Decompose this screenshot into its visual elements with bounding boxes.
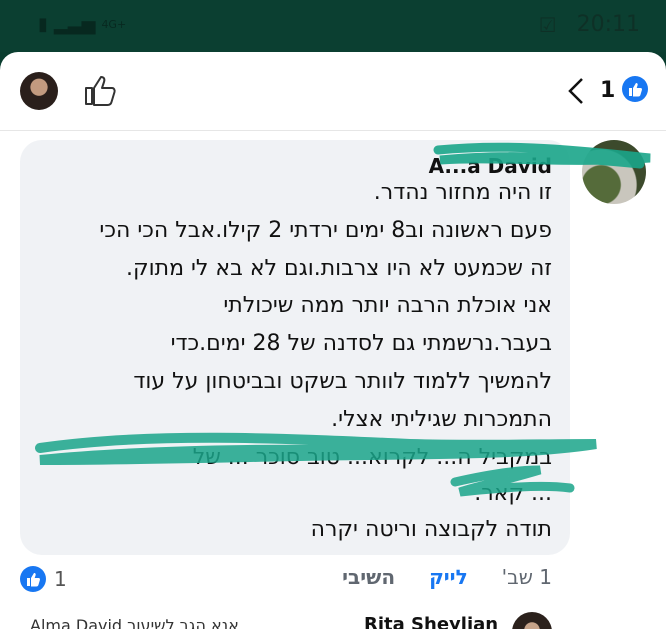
- comment-reaction-count: 1: [54, 567, 67, 591]
- next-comment-author[interactable]: Rita Sheylian: [364, 614, 498, 629]
- like-button[interactable]: לייק: [429, 565, 468, 589]
- next-comment-preview[interactable]: Alma David אנא הגב לשיעור ... Rita Sheyl…: [0, 612, 666, 629]
- comment-line: תודה לקבוצה וריטה יקרה: [310, 517, 552, 542]
- comment-line: להמשיך ללמוד לוותר בשקט ובביטחון על עוד: [133, 369, 552, 394]
- checkbox-notification-icon: ☑: [538, 12, 557, 37]
- reaction-count: 1: [600, 78, 616, 103]
- comment-line: במקביל ה... לקרוא... טוב סוכר ... של: [192, 445, 552, 470]
- comment-line: אני אוכלת הרבה יותר ממה שיכולתי: [223, 293, 552, 318]
- network-label: 4G+: [101, 18, 127, 31]
- status-icons: ▮ ▂▃▅ 4G+: [38, 14, 126, 35]
- battery-icon: ▮: [38, 14, 48, 35]
- comment-line: ... קאר.: [474, 481, 552, 506]
- comment-line: זה שכמעט לא היו צרבות.וגם לא בא לי מתוק.: [126, 256, 552, 281]
- viewer-avatar[interactable]: [20, 72, 58, 110]
- status-time: 20:11: [576, 12, 640, 37]
- comments-sheet: 1 A...a David זו היה מחזור נהדר. פעם ראש…: [0, 52, 666, 629]
- status-bar: ▮ ▂▃▅ 4G+ ☑ 20:11: [0, 0, 666, 52]
- next-comment-avatar[interactable]: [512, 612, 552, 629]
- comment-line: התמכרות שגיליתי אצלי.: [331, 407, 552, 432]
- comment-author[interactable]: A...a David: [429, 154, 552, 178]
- like-reaction-icon: [622, 76, 648, 106]
- like-reaction-icon: [20, 566, 46, 592]
- next-comment-snippet: Alma David אנא הגב לשיעור ...: [30, 616, 260, 629]
- like-outline-icon[interactable]: [82, 72, 118, 112]
- comment-line: זו היה מחזור נהדר.: [373, 180, 552, 205]
- reactions-header: 1: [0, 52, 666, 131]
- comment-bubble[interactable]: A...a David זו היה מחזור נהדר. פעם ראשונ…: [20, 140, 570, 555]
- comment-reactions[interactable]: 1: [20, 566, 67, 592]
- reply-button[interactable]: השיבי: [342, 565, 395, 589]
- chevron-left-icon[interactable]: [566, 76, 586, 110]
- comment-line: פעם ראשונה וב8 ימים ירדתי 2 קילו.אבל הכי…: [99, 218, 552, 243]
- comment-actions: 1 שב' לייק השיבי: [342, 565, 552, 589]
- comment-author-avatar[interactable]: [582, 140, 646, 204]
- comment-timestamp: 1 שב': [501, 565, 552, 589]
- comment-line: בעבר.נרשמתי גם לסדנה של 28 ימים.כדי: [170, 331, 552, 356]
- signal-icon: ▂▃▅: [53, 14, 96, 35]
